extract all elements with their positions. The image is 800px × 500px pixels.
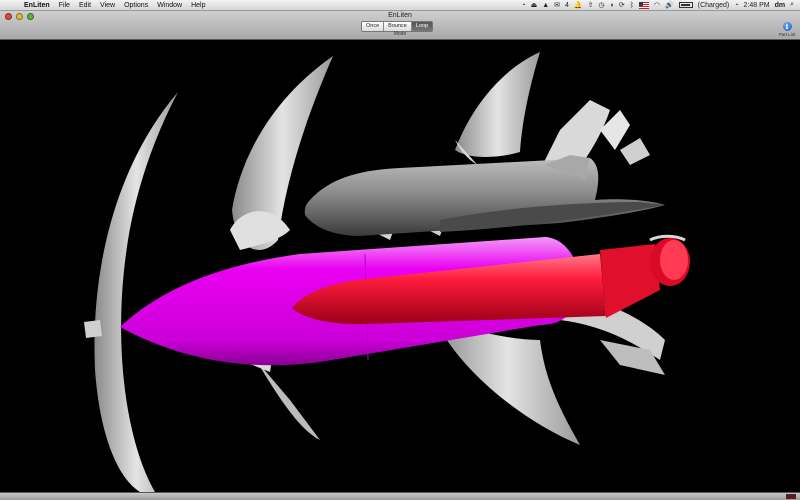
clock-icon[interactable]: ◔ — [734, 2, 738, 9]
render-canvas[interactable] — [0, 40, 800, 492]
part-list-button[interactable]: i Part List — [776, 22, 798, 37]
battery-icon[interactable] — [678, 2, 693, 8]
app-menu[interactable]: EnLiten — [24, 2, 50, 9]
battery-status: (Charged) — [697, 1, 730, 9]
time-machine-icon[interactable]: ◷ — [599, 1, 605, 9]
part-list-label: Part List — [778, 32, 796, 37]
wifi-icon[interactable]: ◠ — [654, 1, 660, 9]
mode-loop-button[interactable]: Loop — [411, 22, 433, 31]
menu-view[interactable]: View — [100, 2, 115, 9]
menu-help[interactable]: Help — [191, 2, 205, 9]
pie-icon[interactable]: ◔ — [521, 2, 525, 9]
upload-icon[interactable]: ⇪ — [588, 1, 594, 9]
speaker-icon[interactable]: 🔊 — [665, 1, 674, 9]
shock-surface-middle — [230, 56, 333, 440]
info-icon: i — [782, 22, 792, 31]
bluetooth-icon[interactable]: ᛒ — [630, 2, 634, 9]
menu-window[interactable]: Window — [157, 2, 182, 9]
orbiter[interactable] — [304, 155, 665, 236]
clock[interactable]: 2:48 PM — [744, 2, 770, 9]
mode-label: Mode — [393, 31, 407, 37]
us-flag-icon[interactable] — [638, 1, 649, 9]
mode-bounce-button[interactable]: Bounce — [384, 22, 412, 31]
menu-bar: EnLiten File Edit View Options Window He… — [0, 0, 800, 11]
shock-surface-left — [84, 92, 178, 492]
bottom-status-bar — [0, 492, 800, 500]
status-area: ◔ ⏏ ▲ ✉ 4 🔔 ⇪ ◷ ◖ ⟳ ᛒ ◠ 🔊 (Charged) ◔ 2:… — [521, 1, 800, 9]
mode-once-button[interactable]: Once — [362, 22, 385, 31]
spotlight-icon[interactable]: ⌕ — [790, 1, 794, 9]
bell-icon[interactable]: 🔔 — [574, 1, 583, 9]
menu-options[interactable]: Options — [124, 2, 148, 9]
3d-viewport[interactable] — [0, 40, 800, 492]
window-toolbar: EnLiten Once Bounce Loop Mode i Part Lis… — [0, 11, 800, 40]
window-title: EnLiten — [388, 12, 412, 19]
user-menu[interactable]: dm — [775, 2, 786, 9]
triangle-icon[interactable]: ▲ — [542, 2, 549, 9]
eject-icon[interactable]: ⏏ — [531, 1, 538, 9]
sync-icon[interactable]: ⟳ — [619, 1, 625, 9]
menu-file[interactable]: File — [59, 2, 70, 9]
menu-edit[interactable]: Edit — [79, 2, 91, 9]
gmail-icon[interactable]: ✉ — [554, 1, 560, 9]
volume-icon[interactable]: ◖ — [610, 2, 614, 9]
gmail-count: 4 — [565, 1, 569, 9]
resize-handle-icon[interactable] — [786, 494, 796, 499]
